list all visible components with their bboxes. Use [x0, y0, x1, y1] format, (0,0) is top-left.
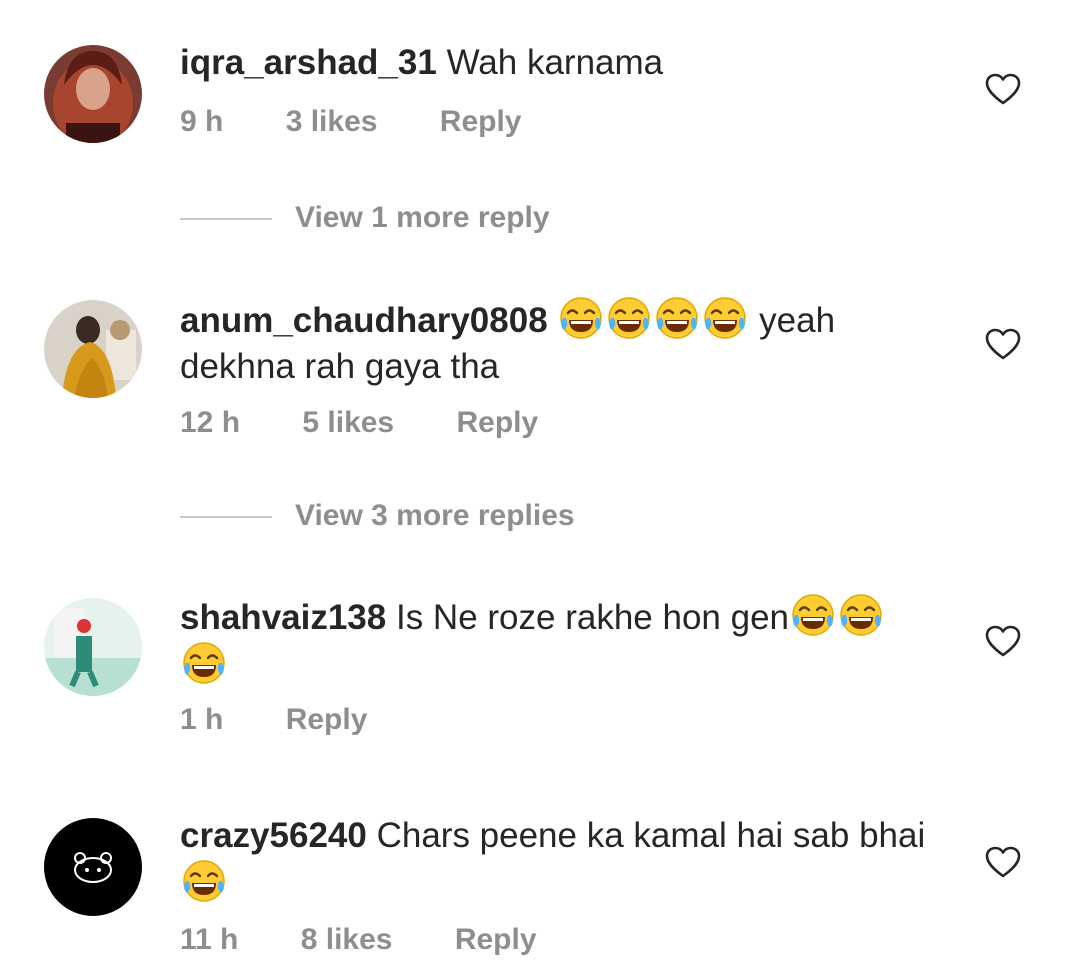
comment-likes[interactable]: 8 likes	[301, 920, 393, 960]
comment-likes[interactable]: 3 likes	[286, 102, 378, 142]
comment-meta: 11 h 8 likes Reply	[180, 920, 537, 960]
reply-button[interactable]: Reply	[455, 920, 537, 960]
avatar[interactable]	[44, 818, 142, 916]
reply-button[interactable]: Reply	[286, 700, 368, 740]
view-replies-label[interactable]: View 3 more replies	[295, 496, 575, 536]
comment-time: 1 h	[180, 703, 224, 736]
avatar[interactable]	[44, 45, 142, 143]
comment-text: crazy56240 Chars peene ka kamal hai sab …	[180, 813, 940, 907]
joy-emoji-icon	[703, 296, 747, 340]
divider-line	[180, 218, 272, 220]
reply-button[interactable]: Reply	[440, 102, 522, 142]
joy-emoji-icon	[655, 296, 699, 340]
comment-text: anum_chaudhary0808 yeah dekhna rah gaya …	[180, 296, 940, 390]
reply-button[interactable]: Reply	[456, 403, 538, 443]
comment-username[interactable]: anum_chaudhary0808	[180, 301, 548, 340]
comment-time: 12 h	[180, 406, 241, 439]
comment-text: iqra_arshad_31 Wah karnama	[180, 40, 940, 86]
comment-body: Chars peene ka kamal hai sab bhai	[376, 816, 926, 855]
joy-emoji-icon	[182, 859, 226, 903]
heart-outline-icon[interactable]	[985, 624, 1021, 660]
comment-text: shahvaiz138 Is Ne roze rakhe hon gen	[180, 593, 940, 689]
joy-emoji-icon	[559, 296, 603, 340]
comment-meta: 1 h Reply	[180, 700, 367, 740]
comment-body: Is Ne roze rakhe hon gen	[395, 598, 789, 637]
comment-username[interactable]: crazy56240	[180, 816, 367, 855]
comment-time: 11 h	[180, 923, 239, 956]
avatar[interactable]	[44, 300, 142, 398]
comment-meta: 12 h 5 likes Reply	[180, 403, 538, 443]
comment-username[interactable]: iqra_arshad_31	[180, 43, 437, 82]
joy-emoji-icon	[182, 641, 226, 685]
comment-username[interactable]: shahvaiz138	[180, 598, 386, 637]
joy-emoji-icon	[791, 593, 835, 637]
heart-outline-icon[interactable]	[985, 845, 1021, 881]
heart-outline-icon[interactable]	[985, 327, 1021, 363]
comment-time: 9 h	[180, 105, 224, 138]
comment-meta: 9 h 3 likes Reply	[180, 102, 522, 142]
comment-body: Wah karnama	[446, 43, 664, 82]
view-replies-button[interactable]: View 3 more replies	[180, 496, 680, 536]
joy-emoji-icon	[839, 593, 883, 637]
avatar[interactable]	[44, 598, 142, 696]
view-replies-label[interactable]: View 1 more reply	[295, 198, 550, 238]
view-replies-button[interactable]: View 1 more reply	[180, 198, 680, 238]
comment-likes[interactable]: 5 likes	[302, 403, 394, 443]
divider-line	[180, 516, 272, 518]
joy-emoji-icon	[607, 296, 651, 340]
heart-outline-icon[interactable]	[985, 72, 1021, 108]
